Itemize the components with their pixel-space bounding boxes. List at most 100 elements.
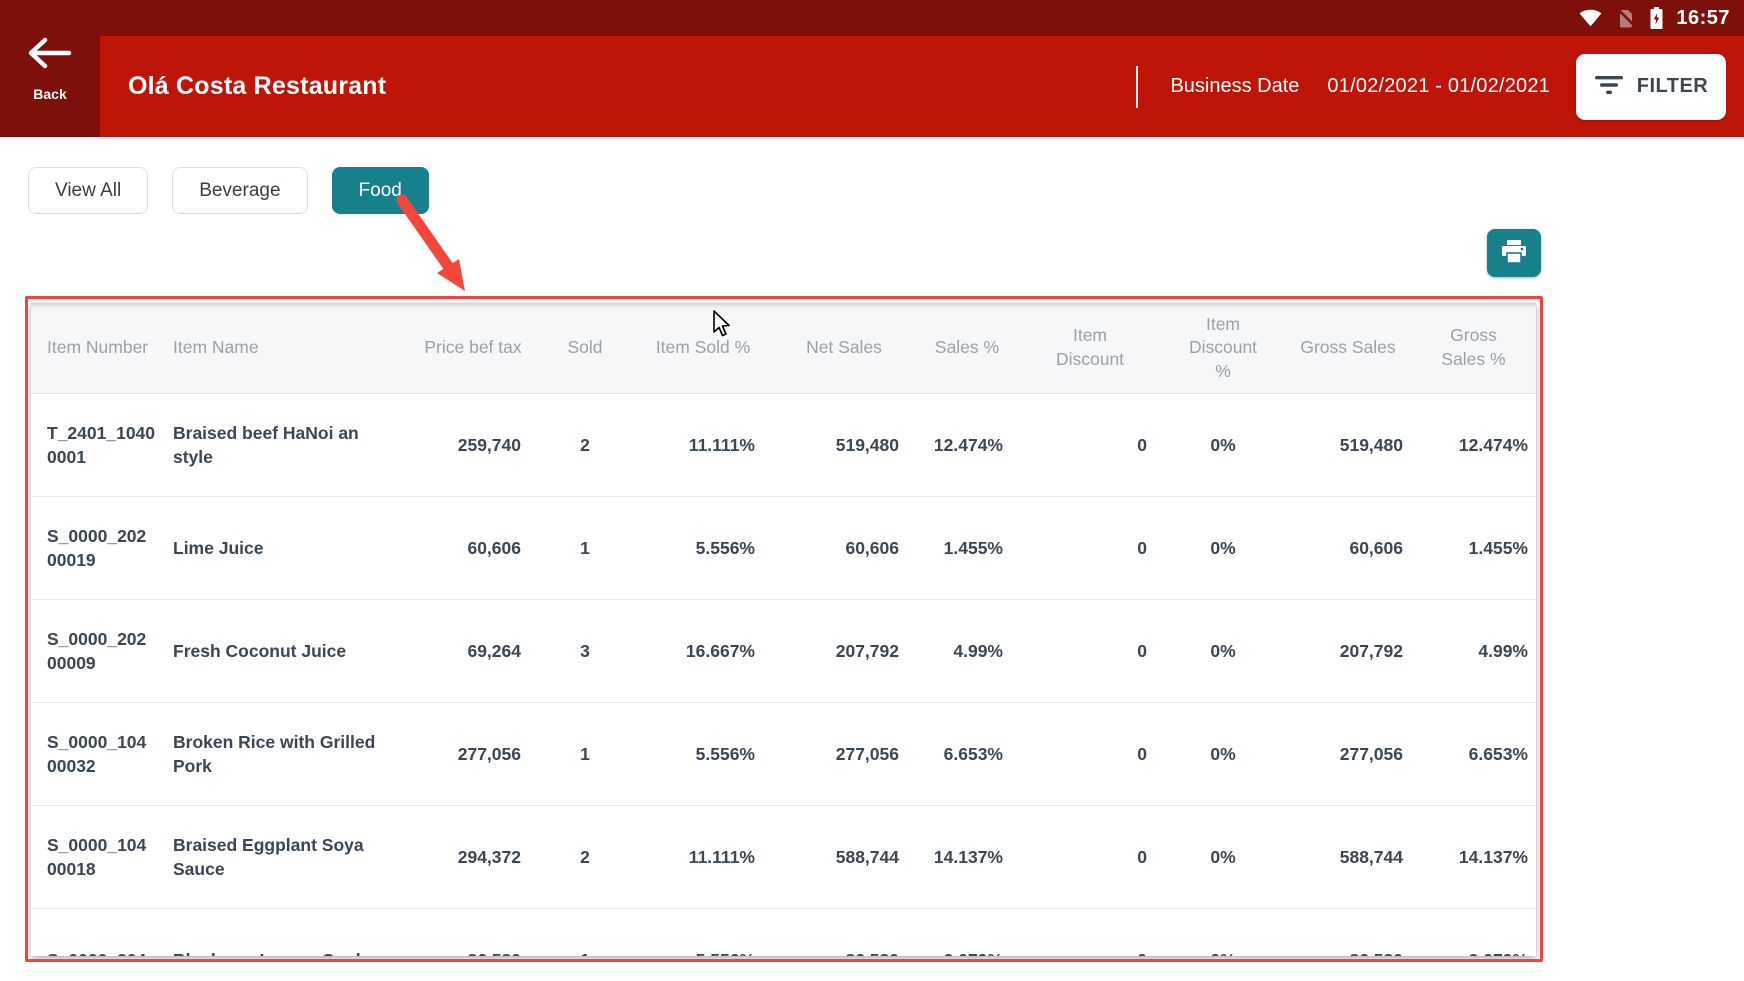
column-header-label: Item Discount % — [1179, 313, 1267, 384]
cell-item-discount: 0% — [1161, 433, 1285, 458]
table-row: S_0000_202 00009Fresh Coconut Juice69,26… — [31, 599, 1536, 702]
cell-gross-sales: 588,744 — [1285, 845, 1411, 870]
cell-item-sold: 5.556% — [633, 742, 773, 767]
cell-gross-sales: 277,056 — [1285, 742, 1411, 767]
cell-item-number: S_0000_202 00009 — [31, 627, 171, 676]
cell-item-discount: 0% — [1161, 536, 1285, 561]
app-header: Olá Costa Restaurant Business Date 01/02… — [0, 36, 1744, 137]
column-header-sold[interactable]: Sold — [537, 303, 633, 393]
cell-item-number: T_2401_1040 0001 — [31, 421, 171, 470]
sales-report-table: Item Number Item Name Price bef tax Sold Ite… — [31, 303, 1536, 956]
cell-net-sales: 588,744 — [773, 845, 915, 870]
tab-view-all[interactable]: View All — [28, 167, 148, 214]
cell-gross-sales: 519,480 — [1285, 433, 1411, 458]
tab-food[interactable]: Food — [332, 167, 429, 214]
cell-gross-sales: 2.079% — [1411, 948, 1536, 956]
cell-item-discount: 0 — [1019, 742, 1161, 767]
column-header-label: Sold — [567, 336, 602, 360]
cell-item-name: Broken Rice with Grilled Pork — [171, 730, 409, 779]
back-button-label: Back — [33, 86, 66, 102]
filter-list-icon — [1594, 74, 1624, 99]
cell-net-sales: 277,056 — [773, 742, 915, 767]
cell-sold: 1 — [537, 742, 633, 767]
cell-gross-sales: 86,580 — [1285, 948, 1411, 956]
cell-net-sales: 86,580 — [773, 948, 915, 956]
battery-charging-icon — [1649, 6, 1664, 30]
column-header-label: Item Name — [173, 336, 259, 360]
status-time: 16:57 — [1676, 7, 1730, 30]
cell-sales: 12.474% — [915, 433, 1019, 458]
business-date-label: Business Date — [1170, 75, 1299, 98]
column-header-net-sales[interactable]: Net Sales — [773, 303, 915, 393]
column-header-item-number[interactable]: Item Number — [31, 303, 171, 393]
cell-item-discount: 0 — [1019, 639, 1161, 664]
cell-gross-sales: 12.474% — [1411, 433, 1536, 458]
column-header-label: Gross Sales — [1300, 336, 1395, 360]
column-header-price-bef-tax[interactable]: Price bef tax — [409, 303, 537, 393]
cell-sold: 2 — [537, 845, 633, 870]
cell-item-number: S_0000_202 00019 — [31, 524, 171, 573]
cell-item-name: Lime Juice — [171, 536, 409, 561]
cell-net-sales: 519,480 — [773, 433, 915, 458]
cell-item-discount: 0 — [1019, 536, 1161, 561]
cell-item-sold: 16.667% — [633, 639, 773, 664]
cell-item-number: S_0000_204 — [31, 948, 171, 956]
cell-sales: 1.455% — [915, 536, 1019, 561]
column-header-item-sold[interactable]: Item Sold % — [633, 303, 773, 393]
cell-net-sales: 207,792 — [773, 639, 915, 664]
cell-item-sold: 11.111% — [633, 433, 773, 458]
cell-item-discount: 0 — [1019, 948, 1161, 956]
wifi-icon — [1578, 7, 1603, 29]
cell-item-sold: 5.556% — [633, 948, 773, 956]
column-header-gross-sales[interactable]: Gross Sales — [1285, 303, 1411, 393]
printer-icon — [1500, 239, 1528, 268]
cell-item-discount: 0% — [1161, 845, 1285, 870]
column-header-item-discount[interactable]: Item Discount % — [1161, 303, 1285, 393]
column-header-label: Item Number — [47, 336, 148, 360]
tab-beverage[interactable]: Beverage — [172, 167, 307, 214]
table-header-row: Item Number Item Name Price bef tax Sold Ite… — [31, 303, 1536, 394]
cell-item-sold: 11.111% — [633, 845, 773, 870]
cell-price-bef-tax: 294,372 — [409, 845, 537, 870]
filter-button-label: FILTER — [1637, 75, 1709, 98]
cell-item-number: S_0000_104 00032 — [31, 730, 171, 779]
cell-sales: 6.653% — [915, 742, 1019, 767]
header-separator — [1136, 66, 1138, 108]
table-row: S_0000_104 00018Braised Eggplant Soya Sa… — [31, 805, 1536, 908]
cell-item-discount: 0% — [1161, 742, 1285, 767]
cell-item-name: Braised beef HaNoi an style — [171, 421, 409, 470]
cell-price-bef-tax: 277,056 — [409, 742, 537, 767]
cell-sold: 3 — [537, 639, 633, 664]
column-header-item-discount[interactable]: Item Discount — [1019, 303, 1161, 393]
cell-item-discount: 0% — [1161, 948, 1285, 956]
cell-sold: 2 — [537, 433, 633, 458]
cell-sales: 14.137% — [915, 845, 1019, 870]
cell-price-bef-tax: 259,740 — [409, 433, 537, 458]
print-button[interactable] — [1487, 229, 1541, 277]
status-bar: 16:57 — [0, 0, 1744, 36]
table-body: T_2401_1040 0001Braised beef HaNoi an st… — [31, 394, 1536, 956]
cell-item-name: Braised Eggplant Soya Sauce — [171, 833, 409, 882]
cell-item-name: Fresh Coconut Juice — [171, 639, 409, 664]
column-header-label: Sales % — [935, 336, 999, 360]
filter-button[interactable]: FILTER — [1576, 54, 1726, 120]
cell-item-discount: 0 — [1019, 845, 1161, 870]
cell-item-number: S_0000_104 00018 — [31, 833, 171, 882]
cell-sold: 1 — [537, 536, 633, 561]
column-header-sales[interactable]: Sales % — [915, 303, 1019, 393]
column-header-label: Price bef tax — [424, 336, 521, 360]
business-date-value[interactable]: 01/02/2021 - 01/02/2021 — [1327, 75, 1550, 98]
cell-item-name: Blueberry Lemon Cool — [171, 948, 409, 956]
cell-price-bef-tax: 69,264 — [409, 639, 537, 664]
column-header-item-name[interactable]: Item Name — [171, 303, 409, 393]
cell-net-sales: 60,606 — [773, 536, 915, 561]
cell-sales: 4.99% — [915, 639, 1019, 664]
cell-sales: 2.079% — [915, 948, 1019, 956]
back-button[interactable]: Back — [0, 0, 100, 137]
cell-price-bef-tax: 60,606 — [409, 536, 537, 561]
page-title: Olá Costa Restaurant — [128, 36, 386, 137]
arrow-left-icon — [27, 35, 73, 76]
cell-sold: 1 — [537, 948, 633, 956]
column-header-gross-sales[interactable]: Gross Sales % — [1411, 303, 1536, 393]
column-header-label: Net Sales — [806, 336, 882, 360]
